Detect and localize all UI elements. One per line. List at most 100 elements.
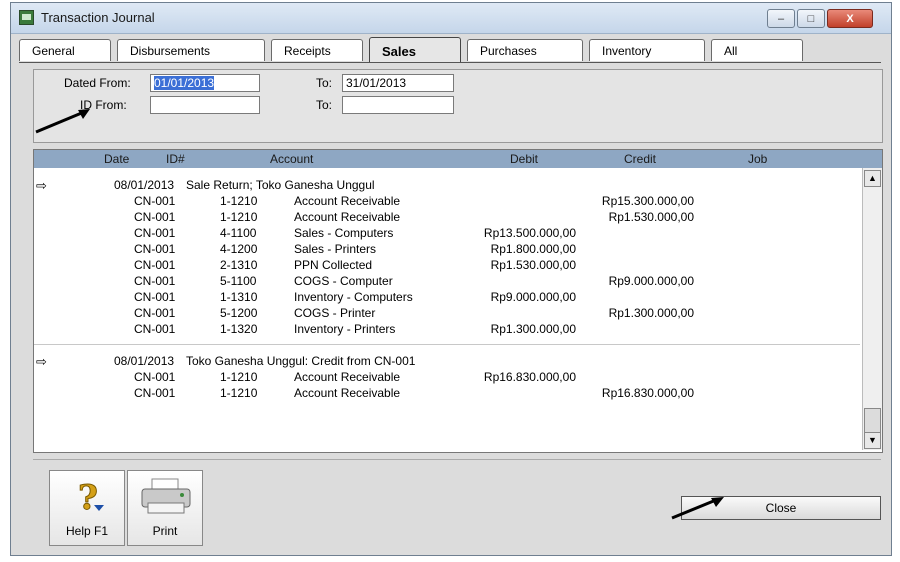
row-account-name: Account Receivable: [294, 194, 401, 208]
dated-from-label: Dated From:: [64, 76, 131, 90]
row-debit: Rp9.000.000,00: [490, 290, 576, 304]
journal-entry-header[interactable]: ⇨ 08/01/2013 Sale Return; Toko Ganesha Ung…: [34, 178, 860, 194]
journal-grid: Date ID# Account Debit Credit Job ⇨ 08/01…: [33, 149, 883, 453]
annotation-arrow-icon: [35, 109, 90, 134]
tab-label: Purchases: [480, 44, 537, 58]
table-row: CN-001 2-1310 PPN Collected Rp1.530.000,00: [34, 258, 860, 274]
bottom-toolbar: ? Help F1 Print Close: [33, 459, 881, 548]
row-account-name: Account Receivable: [294, 210, 401, 224]
journal-app-icon: [19, 10, 34, 25]
row-credit: Rp16.830.000,00: [601, 386, 694, 400]
row-id: CN-001: [134, 194, 176, 208]
transaction-journal-window: Transaction Journal – □ X General Disbur…: [10, 2, 892, 556]
row-account-number: 5-1100: [220, 274, 257, 288]
row-id: CN-001: [134, 226, 176, 240]
row-id: CN-001: [134, 242, 176, 256]
dated-to-label: To:: [316, 76, 333, 90]
row-account-name: COGS - Printer: [294, 306, 376, 320]
table-row: CN-001 1-1320 Inventory - Printers Rp1.300.…: [34, 322, 860, 338]
row-credit: Rp1.530.000,00: [608, 210, 694, 224]
tab-label: All: [724, 44, 738, 58]
row-account-name: COGS - Computer: [294, 274, 393, 288]
minimize-button[interactable]: –: [767, 9, 795, 28]
dated-to-input[interactable]: 31/01/2013: [342, 74, 454, 92]
row-id: CN-001: [134, 386, 176, 400]
dated-from-input[interactable]: 01/01/2013: [150, 74, 260, 92]
table-row: CN-001 4-1200 Sales - Printers Rp1.800.000,…: [34, 242, 860, 258]
row-account-name: PPN Collected: [294, 258, 373, 272]
row-id: CN-001: [134, 322, 176, 336]
col-id: ID#: [166, 152, 185, 166]
maximize-icon: □: [807, 12, 815, 25]
window-title: Transaction Journal: [41, 10, 155, 25]
row-account-name: Account Receivable: [294, 386, 401, 400]
printer-icon: [141, 478, 191, 514]
row-credit: Rp15.300.000,00: [601, 194, 694, 208]
col-credit: Credit: [624, 152, 657, 166]
annotation-arrow-icon: [671, 497, 724, 520]
scroll-down-icon[interactable]: ▼: [864, 432, 881, 449]
row-debit: Rp16.830.000,00: [483, 370, 576, 384]
close-window-button[interactable]: X: [827, 9, 873, 28]
table-row: CN-001 5-1100 COGS - Computer Rp9.000.000,0…: [34, 274, 860, 290]
print-button[interactable]: Print: [127, 470, 203, 546]
journal-entry-header[interactable]: ⇨ 08/01/2013 Toko Ganesha Unggul: Credit f…: [34, 354, 860, 370]
tab-all[interactable]: All: [711, 39, 803, 61]
id-from-input[interactable]: [150, 96, 260, 114]
row-debit: Rp13.500.000,00: [483, 226, 576, 240]
row-id: CN-001: [134, 274, 176, 288]
col-job: Job: [748, 152, 768, 166]
id-to-input[interactable]: [342, 96, 454, 114]
row-debit: Rp1.300.000,00: [490, 322, 576, 336]
tab-general[interactable]: General: [19, 39, 111, 61]
row-account-name: Inventory - Computers: [294, 290, 413, 304]
tab-label: Sales: [382, 44, 416, 59]
close-label: Close: [765, 501, 797, 515]
help-label: Help F1: [65, 524, 109, 538]
tab-receipts[interactable]: Receipts: [271, 39, 363, 61]
grid-header: Date ID# Account Debit Credit Job: [34, 150, 882, 168]
table-row: CN-001 1-1210 Account Receivable Rp16.830.0…: [34, 386, 860, 402]
close-icon: X: [846, 12, 854, 25]
tab-label: Inventory: [602, 44, 652, 58]
scroll-thumb[interactable]: [864, 408, 881, 434]
tab-disbursements[interactable]: Disbursements: [117, 39, 265, 61]
help-question-icon: ?: [78, 478, 104, 517]
row-id: CN-001: [134, 210, 176, 224]
drill-down-arrow-icon[interactable]: ⇨: [36, 178, 47, 194]
group-separator: [34, 344, 860, 345]
dated-from-value: 01/01/2013: [154, 76, 215, 90]
row-id: CN-001: [134, 306, 176, 320]
vertical-scrollbar[interactable]: ▲ ▼: [862, 168, 882, 450]
entry-date: 08/01/2013: [114, 354, 175, 368]
row-account-name: Account Receivable: [294, 370, 401, 384]
tab-label: Disbursements: [130, 44, 211, 58]
title-bar: Transaction Journal – □ X: [11, 3, 891, 34]
row-credit: Rp1.300.000,00: [608, 306, 694, 320]
help-button[interactable]: ? Help F1: [49, 470, 125, 546]
table-row: CN-001 1-1210 Account Receivable Rp1.530.00…: [34, 210, 860, 226]
table-row: CN-001 1-1310 Inventory - Computers Rp9.000…: [34, 290, 860, 306]
row-account-name: Inventory - Printers: [294, 322, 396, 336]
row-account-number: 1-1320: [220, 322, 258, 336]
tab-strip: General Disbursements Receipts Sales Pur…: [19, 37, 881, 63]
tab-label: General: [32, 44, 75, 58]
minimize-icon: –: [777, 12, 785, 25]
tab-sales[interactable]: Sales: [369, 37, 461, 63]
scroll-up-icon[interactable]: ▲: [864, 170, 881, 187]
entry-memo: Toko Ganesha Unggul: Credit from CN-001: [186, 354, 416, 368]
row-credit: Rp9.000.000,00: [608, 274, 694, 288]
tab-purchases[interactable]: Purchases: [467, 39, 583, 61]
drill-down-arrow-icon[interactable]: ⇨: [36, 354, 47, 370]
row-debit: Rp1.530.000,00: [490, 258, 576, 272]
row-account-number: 1-1210: [220, 370, 258, 384]
tab-inventory[interactable]: Inventory: [589, 39, 705, 61]
row-account-number: 4-1100: [220, 226, 257, 240]
maximize-button[interactable]: □: [797, 9, 825, 28]
entry-memo: Sale Return; Toko Ganesha Unggul: [186, 178, 375, 192]
entry-date: 08/01/2013: [114, 178, 175, 192]
tab-label: Receipts: [284, 44, 331, 58]
row-account-number: 2-1310: [220, 258, 258, 272]
grid-body[interactable]: ⇨ 08/01/2013 Sale Return; Toko Ganesha Ung…: [34, 168, 860, 450]
col-account: Account: [270, 152, 314, 166]
